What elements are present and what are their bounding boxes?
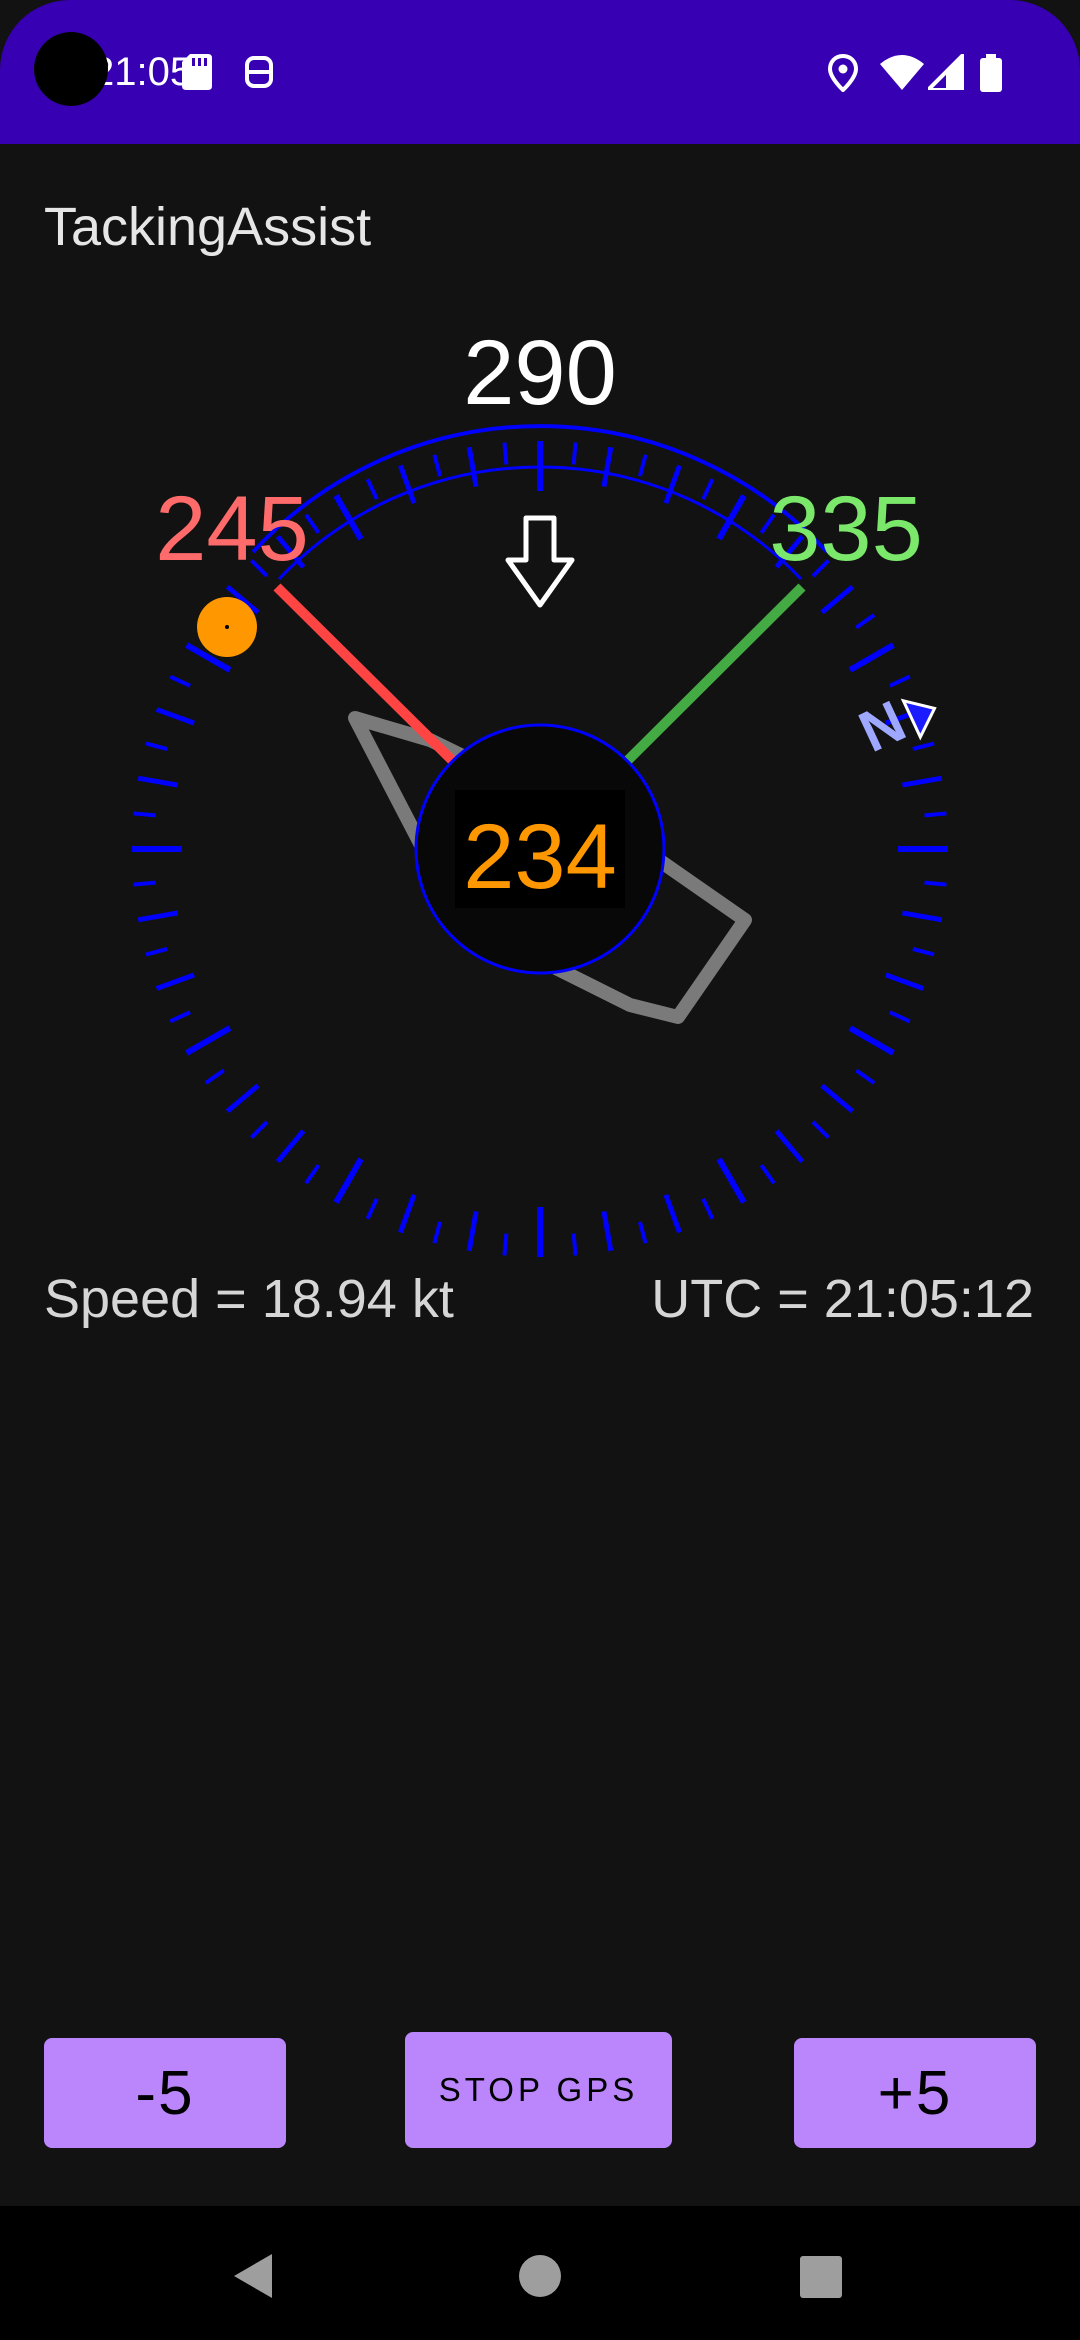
compass-tick (601, 1210, 614, 1252)
compass-tick (502, 442, 509, 465)
recents-icon[interactable] (800, 2256, 842, 2298)
compass-tick (137, 910, 179, 923)
tacking-compass: N 290 245 335 234 (132, 322, 948, 1257)
compass-tick (820, 584, 855, 615)
port-tack-label: 245 (155, 478, 309, 580)
compass-tick (924, 811, 947, 818)
wifi-icon (880, 55, 924, 90)
compass-tick (432, 454, 443, 477)
compass-tick (701, 478, 715, 501)
stop-gps-button[interactable]: STOP GPS (405, 2032, 672, 2148)
compass-tick (365, 478, 379, 501)
app-title: TackingAssist (44, 197, 372, 257)
compass-tick (888, 1010, 911, 1024)
compass-tick (716, 1157, 747, 1204)
compass-tick (155, 707, 196, 726)
compass-tick (169, 674, 192, 688)
compass-tick (912, 946, 935, 957)
location-icon (828, 54, 858, 92)
compass-tick (398, 464, 417, 505)
wind-down-arrow-icon (505, 515, 575, 608)
plus-five-button[interactable]: +5 (794, 2038, 1036, 2148)
compass-tick (571, 442, 578, 465)
compass-tick (169, 1010, 192, 1024)
starboard-tack-line (601, 583, 806, 787)
target-heading-label: 290 (463, 322, 617, 424)
compass-tick (275, 1129, 306, 1164)
current-heading-label: 234 (463, 806, 617, 908)
speed-readout: Speed = 18.94 kt (44, 1269, 454, 1329)
compass-tick (855, 1068, 876, 1085)
compass-tick (137, 775, 179, 788)
navigation-bar (0, 2206, 1080, 2340)
status-bar: 21:05 (0, 0, 1080, 144)
compass-tick (855, 613, 876, 630)
compass-tick (502, 1233, 509, 1256)
compass-tick (701, 1197, 715, 1220)
compass-tick (250, 1120, 269, 1139)
compass-tick (811, 1120, 830, 1139)
minus-five-button[interactable]: -5 (44, 2038, 286, 2148)
compass-tick (185, 1025, 232, 1056)
compass-tick (398, 1193, 417, 1234)
compass-tick (901, 775, 943, 788)
compass-tick (924, 880, 947, 887)
signal-icon (928, 54, 964, 90)
compass-tick (145, 946, 168, 957)
starboard-tack-label: 335 (769, 478, 923, 580)
compass-tick (466, 446, 479, 488)
compass-tick (155, 972, 196, 991)
utc-readout: UTC = 21:05:12 (651, 1269, 1034, 1329)
compass-tick (888, 674, 911, 688)
compass-tick (663, 464, 682, 505)
compass-tick (333, 1157, 364, 1204)
compass-tick (571, 1233, 578, 1256)
north-indicator-icon: N (850, 688, 937, 765)
battery-icon (980, 54, 1002, 92)
compass-tick (225, 1083, 260, 1114)
compass-tick (884, 972, 925, 991)
back-icon[interactable] (234, 2254, 274, 2298)
compass-tick (820, 1083, 855, 1114)
compass-tick (204, 1068, 225, 1085)
compass-tick (133, 811, 156, 818)
compass-tick (912, 741, 935, 752)
robot-icon (245, 56, 273, 88)
home-icon[interactable] (518, 2254, 562, 2298)
compass-tick (848, 642, 895, 673)
compass-tick (466, 1210, 479, 1252)
compass-tick (901, 910, 943, 923)
sd-card-icon (182, 54, 212, 90)
compass-tick (365, 1197, 379, 1220)
compass-tick (637, 1221, 648, 1244)
compass-tick (848, 1025, 895, 1056)
compass-tick (601, 446, 614, 488)
compass-tick (637, 454, 648, 477)
compass-tick (432, 1221, 443, 1244)
camera-cutout (34, 32, 108, 106)
compass-tick (759, 1164, 776, 1185)
compass-tick (304, 1164, 321, 1185)
compass-tick (774, 1129, 805, 1164)
compass-tick (663, 1193, 682, 1234)
compass-tick (133, 880, 156, 887)
compass-tick (145, 741, 168, 752)
